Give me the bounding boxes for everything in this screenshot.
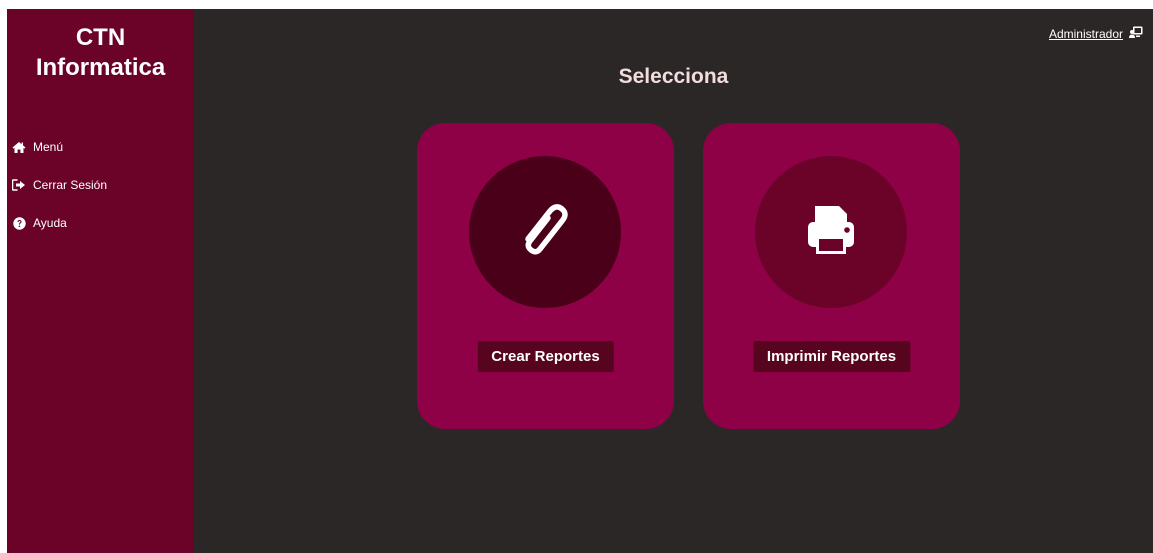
app-frame: CTN Informatica Menú Cerrar Sesión Ayuda… [7,9,1153,553]
sidebar-item-label: Cerrar Sesión [33,178,108,192]
create-reports-card[interactable]: Crear Reportes [417,123,674,429]
user-name[interactable]: Administrador [1049,27,1123,41]
main-content: Administrador Selecciona Crear Reportes … [194,9,1153,553]
create-reports-button[interactable]: Crear Reportes [477,341,614,372]
sign-out-icon [12,178,26,192]
action-cards: Crear Reportes Imprimir Reportes [417,123,960,429]
sidebar-item-logout[interactable]: Cerrar Sesión [7,166,194,204]
sidebar-nav: Menú Cerrar Sesión Ayuda [7,128,194,242]
page-title: Selecciona [618,65,729,88]
print-reports-card[interactable]: Imprimir Reportes [703,123,960,429]
brand-line-1: CTN [75,24,126,51]
print-reports-circle [755,156,907,308]
user-menu-link[interactable]: Administrador [1049,26,1143,41]
user-monitor-icon [1129,26,1143,41]
create-reports-circle [469,156,621,308]
print-icon [803,203,859,262]
sidebar: CTN Informatica Menú Cerrar Sesión Ayuda [7,9,194,553]
question-circle-icon [12,216,26,230]
brand-line-2: Informatica [35,54,166,81]
sidebar-item-label: Menú [33,140,64,154]
paperclip-icon [514,199,576,266]
sidebar-item-menu[interactable]: Menú [7,128,194,166]
sidebar-item-label: Ayuda [33,216,67,230]
sidebar-item-help[interactable]: Ayuda [7,204,194,242]
print-reports-button[interactable]: Imprimir Reportes [752,341,911,372]
home-icon [12,140,26,154]
brand-logo-text: CTN Informatica [7,9,194,83]
